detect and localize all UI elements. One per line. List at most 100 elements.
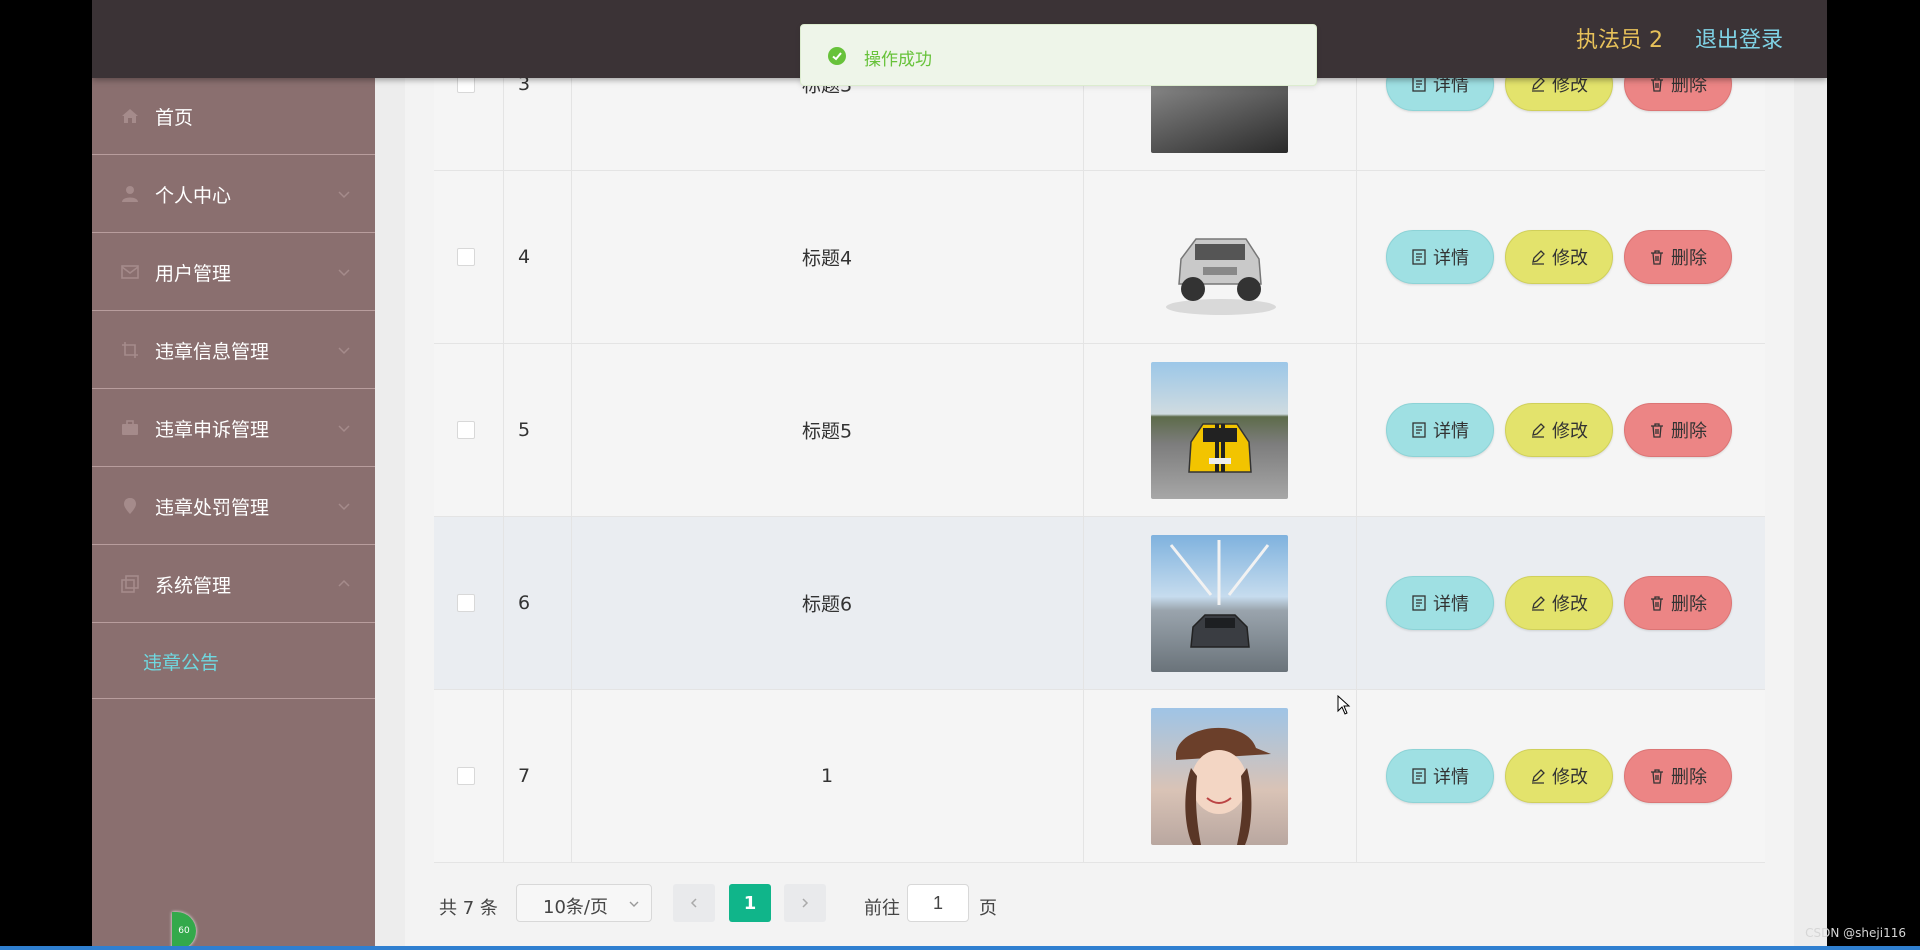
floating-badge[interactable]: 60 [172, 912, 196, 950]
sidebar-item-penalty[interactable]: 违章处罚管理 [92, 468, 375, 545]
chevron-down-icon [629, 901, 639, 907]
main-content: 3 标题3 详情 修改 删除 4 标题4 [405, 0, 1794, 950]
row-checkbox[interactable] [457, 421, 475, 439]
user-icon [120, 184, 140, 204]
detail-button[interactable]: 详情 [1386, 230, 1494, 284]
trash-icon [1651, 250, 1663, 265]
sidebar-item-violation-info[interactable]: 违章信息管理 [92, 312, 375, 389]
row-index: 5 [518, 419, 531, 441]
document-icon [1412, 249, 1426, 265]
submenu-violation-notice: 违章公告 [92, 624, 375, 699]
sidebar: 首页 个人中心 用户管理 违章信息管理 违章申诉管理 违章处罚管理 系统管理 违… [92, 78, 375, 950]
home-icon [120, 106, 140, 126]
sidebar-item-profile[interactable]: 个人中心 [92, 156, 375, 233]
car-thumbnail [1151, 189, 1288, 326]
mail-icon [120, 262, 140, 282]
row-title: 标题4 [801, 247, 853, 270]
chevron-down-icon [338, 503, 350, 511]
chevron-down-icon [338, 425, 350, 433]
document-icon [1412, 76, 1426, 92]
sidebar-item-label: 违章申诉管理 [155, 418, 270, 441]
check-circle-icon [828, 47, 846, 65]
sidebar-item-appeal[interactable]: 违章申诉管理 [92, 390, 375, 467]
detail-button[interactable]: 详情 [1386, 576, 1494, 630]
row-index: 6 [518, 592, 531, 614]
car-thumbnail [1151, 535, 1288, 672]
success-toast: 操作成功 [800, 24, 1317, 86]
trash-icon [1651, 596, 1663, 611]
goto-label: 前往 [864, 898, 900, 919]
edit-button[interactable]: 修改 [1505, 749, 1613, 803]
sidebar-item-home[interactable]: 首页 [92, 78, 375, 155]
row-title: 标题6 [801, 593, 853, 616]
table-row: 5 标题5 详情 修改 删除 [434, 344, 1765, 517]
goto-page-input[interactable] [907, 884, 969, 922]
goto-suffix: 页 [979, 898, 997, 919]
location-icon [120, 496, 140, 516]
sidebar-item-label: 违章处罚管理 [155, 496, 270, 519]
trash-icon [1651, 423, 1663, 438]
document-icon [1412, 595, 1426, 611]
row-checkbox[interactable] [457, 248, 475, 266]
current-user-name: 执法员 2 [1576, 28, 1663, 53]
chevron-down-icon [338, 269, 350, 277]
toast-message: 操作成功 [864, 50, 932, 70]
page-number-current[interactable]: 1 [729, 884, 771, 922]
briefcase-icon [120, 418, 140, 438]
trash-icon [1651, 769, 1663, 784]
row-checkbox[interactable] [457, 767, 475, 785]
page-size-select[interactable]: 10条/页 [516, 884, 652, 922]
detail-button[interactable]: 详情 [1386, 403, 1494, 457]
pencil-icon [1532, 250, 1545, 265]
car-thumbnail [1151, 362, 1288, 499]
sidebar-item-system[interactable]: 系统管理 [92, 546, 375, 623]
pencil-icon [1532, 769, 1545, 784]
mouse-cursor-icon [1337, 695, 1351, 715]
edit-button[interactable]: 修改 [1505, 576, 1613, 630]
table-row: 4 标题4 详情 修改 删除 [434, 171, 1765, 344]
sidebar-item-label: 个人中心 [155, 184, 232, 207]
row-index: 7 [518, 765, 531, 787]
sidebar-item-label: 用户管理 [155, 262, 232, 285]
table-row: 6 标题6 详情 修改 删除 [434, 517, 1765, 690]
sidebar-item-label: 系统管理 [155, 574, 232, 597]
pagination: 共 7 条 10条/页 1 前往 页 [433, 884, 1233, 926]
sidebar-item-label: 首页 [155, 106, 194, 129]
prev-page-button[interactable] [673, 884, 715, 922]
app-frame: 执法员 2 退出登录 首页 个人中心 用户管理 违章信息管理 违章申诉管理 违章… [92, 0, 1827, 950]
delete-button[interactable]: 删除 [1624, 749, 1732, 803]
progress-line [0, 946, 1920, 950]
delete-button[interactable]: 删除 [1624, 230, 1732, 284]
delete-button[interactable]: 删除 [1624, 576, 1732, 630]
trash-icon [1651, 77, 1663, 92]
detail-button[interactable]: 详情 [1386, 749, 1494, 803]
row-title: 1 [820, 765, 834, 787]
table-row: 7 1 详情 修改 删除 [434, 690, 1765, 863]
chevron-left-icon [690, 898, 697, 908]
row-title: 标题5 [801, 420, 853, 443]
edit-button[interactable]: 修改 [1505, 230, 1613, 284]
row-checkbox[interactable] [457, 594, 475, 612]
pencil-icon [1532, 423, 1545, 438]
total-count: 共 7 条 [439, 898, 498, 919]
delete-button[interactable]: 删除 [1624, 403, 1732, 457]
chevron-down-icon [338, 191, 350, 199]
portrait-thumbnail [1151, 708, 1288, 845]
sidebar-item-users[interactable]: 用户管理 [92, 234, 375, 311]
crop-icon [120, 340, 140, 360]
next-page-button[interactable] [784, 884, 826, 922]
pencil-icon [1532, 596, 1545, 611]
row-index: 4 [518, 246, 531, 268]
pencil-icon [1532, 77, 1545, 92]
sidebar-item-label: 违章信息管理 [155, 340, 270, 363]
document-icon [1412, 768, 1426, 784]
edit-button[interactable]: 修改 [1505, 403, 1613, 457]
chevron-right-icon [802, 898, 809, 908]
document-icon [1412, 422, 1426, 438]
submenu-item-label[interactable]: 违章公告 [143, 648, 219, 675]
logout-link[interactable]: 退出登录 [1695, 22, 1783, 54]
chevron-down-icon [338, 347, 350, 355]
copy-icon [120, 574, 140, 594]
chevron-up-icon [338, 579, 350, 587]
watermark: CSDN @sheji116 [1805, 926, 1906, 940]
